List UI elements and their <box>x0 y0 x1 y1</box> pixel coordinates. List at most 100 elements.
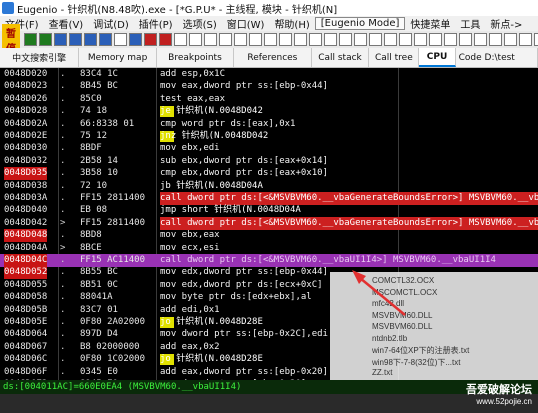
disasm-row[interactable]: 0048D05B. 83C7 01 add edi,0x1 <box>0 304 538 317</box>
row-marker: . <box>60 180 66 191</box>
row-instruction: mov dword ptr ss:[ebp-0x20],eax <box>160 378 328 380</box>
disasm-row[interactable]: 0048D020. 83C4 1C add esp,0x1C <box>0 68 538 81</box>
disasm-row[interactable]: 0048D052. 8B55 BC mov edx,dword ptr ss:[eb… <box>0 266 538 280</box>
row-address: 0048D020 <box>4 69 48 79</box>
disasm-row[interactable]: 0048D042 > FF15 2811400 call dword ptr ds:[… <box>0 216 538 230</box>
disasm-row[interactable]: 0048D023. 8B45 BC mov eax,dword ptr ss:[eb… <box>0 80 538 93</box>
disasm-row[interactable]: 0048D030. 8BDF mov ebx,edi <box>0 142 538 155</box>
row-instruction: mov dword ptr ss:[ebp-0x2C],edi <box>160 329 328 340</box>
row-instruction: test eax,eax <box>160 93 226 104</box>
row-instruction: mov eax,dword ptr ss:[ebp-0x44] <box>160 81 328 92</box>
row-instruction: sub ebx,dword ptr ds:[eax+0x14] <box>160 155 328 166</box>
disasm-row[interactable]: 0048D032. 2B58 14 sub ebx,dword ptr ds:[ea… <box>0 155 538 168</box>
row-instruction: call dword ptr ds:[<&MSVBVM60.__vbaGener… <box>160 216 538 230</box>
row-marker: . <box>60 292 66 303</box>
row-bytes: 8BD8 <box>80 230 102 241</box>
disasm-row[interactable]: 0048D035. 3B58 10 cmp ebx,dword ptr ds:[ea… <box>0 167 538 181</box>
row-bytes: 72 10 <box>80 180 108 191</box>
row-address: 0048D02A <box>4 118 48 129</box>
row-marker: . <box>60 93 66 104</box>
row-address: 0048D05E <box>4 317 48 327</box>
disasm-row[interactable]: 0048D05E. 0F80 2A02000 jo 针织机(N.0048D28E <box>0 316 538 329</box>
row-bytes: EB 08 <box>80 205 108 216</box>
row-address: 0048D04A <box>4 242 48 253</box>
row-instruction: je 针织机(N.0048D042 <box>160 106 263 117</box>
disasm-row[interactable]: 0048D06F. 0345 E0 add eax,dword ptr ss:[eb… <box>0 366 538 379</box>
disasm-row[interactable]: 0048D072. 8945 E0 mov dword ptr ss:[ebp-0x… <box>0 378 538 380</box>
row-address: 0048D048 <box>4 229 48 243</box>
row-bytes: 85C0 <box>80 93 102 104</box>
disasm-row[interactable]: 0048D040. EB 08 jmp short 针织机(N.0048D04A <box>0 204 538 217</box>
row-marker: . <box>60 106 66 117</box>
disassembly-listing[interactable]: 0048D020. 83C4 1C add esp,0x1C 0048D023. 8B4… <box>0 68 538 380</box>
row-instruction: cmp word ptr ds:[eax],0x1 <box>160 118 296 129</box>
row-marker: . <box>60 329 66 340</box>
row-marker: . <box>60 267 66 278</box>
row-bytes: 74 18 <box>80 106 108 117</box>
row-address: 0048D035 <box>4 167 48 181</box>
disasm-row[interactable]: 0048D048. 8BD8 mov ebx,eax <box>0 229 538 243</box>
row-address: 0048D06F <box>4 366 48 377</box>
row-marker: . <box>60 118 66 129</box>
disasm-row[interactable]: 0048D02A. 66:8338 01 cmp word ptr ds:[eax]… <box>0 118 538 131</box>
row-address: 0048D05B <box>4 304 48 315</box>
row-marker: . <box>60 354 66 365</box>
row-address: 0048D032 <box>4 155 48 166</box>
disasm-row[interactable]: 0048D04C. FF15 AC11400 call dword ptr ds:[… <box>0 254 538 267</box>
row-bytes: 0345 E0 <box>80 366 118 377</box>
row-address: 0048D023 <box>4 81 48 92</box>
row-marker: . <box>60 69 66 79</box>
row-marker: . <box>60 304 66 315</box>
watermark: 吾爱破解论坛 www.52pojie.cn <box>466 381 532 406</box>
row-bytes: 8BDF <box>80 143 102 154</box>
row-address: 0048D038 <box>4 180 48 191</box>
disasm-row[interactable]: 0048D06C. 0F80 1C02000 jo 针织机(N.0048D28E <box>0 353 538 366</box>
row-instruction: jo 针织机(N.0048D28E <box>160 317 263 327</box>
row-address: 0048D026 <box>4 93 48 104</box>
disasm-row[interactable]: 0048D03A. FF15 2811400 call dword ptr ds:[… <box>0 192 538 205</box>
row-instruction: cmp ebx,dword ptr ds:[eax+0x10] <box>160 168 328 179</box>
row-bytes: 3B58 10 <box>80 168 118 179</box>
row-bytes: 66:8338 01 <box>80 118 135 129</box>
row-instruction: jo 针织机(N.0048D28E <box>160 354 263 365</box>
row-marker: . <box>60 255 66 265</box>
disasm-row[interactable]: 0048D058. 88041A mov byte ptr ds:[edx+ebx]… <box>0 291 538 304</box>
row-bytes: 8945 E0 <box>80 378 118 380</box>
row-bytes: 897D D4 <box>80 329 118 340</box>
row-marker: . <box>60 279 66 290</box>
row-marker: . <box>60 205 66 216</box>
row-bytes: FF15 2811400 <box>80 193 146 203</box>
disasm-row[interactable]: 0048D038. 72 10 jb 针织机(N.0048D04A <box>0 180 538 193</box>
row-bytes: 83C4 1C <box>80 69 118 79</box>
status-line: ds:[004011AC]=660E0EA4 (MSVBVM60.__vbaUI… <box>0 380 538 394</box>
row-address: 0048D052 <box>4 266 48 280</box>
row-instruction: jmp short 针织机(N.0048D04A <box>160 205 301 216</box>
row-marker: > <box>60 217 66 228</box>
disasm-row[interactable]: 0048D026. 85C0 test eax,eax <box>0 93 538 106</box>
row-address: 0048D058 <box>4 292 48 303</box>
row-bytes: 2B58 14 <box>80 155 118 166</box>
disasm-row[interactable]: 0048D028. 74 18 je 针织机(N.0048D042 <box>0 105 538 118</box>
row-instruction: mov edx,dword ptr ss:[ebp-0x44] <box>160 267 328 278</box>
disasm-row[interactable]: 0048D055. 8B51 0C mov edx,dword ptr ds:[ec… <box>0 279 538 292</box>
disasm-row[interactable]: 0048D02E. 75 12 jnz 针织机(N.0048D042 <box>0 130 538 143</box>
row-bytes: 0F80 1C02000 <box>80 354 146 365</box>
row-address: 0048D072 <box>4 378 47 380</box>
row-address: 0048D040 <box>4 205 48 216</box>
row-marker: . <box>60 155 66 166</box>
row-marker: . <box>60 317 66 327</box>
row-marker: . <box>60 341 66 352</box>
disasm-row[interactable]: 0048D064. 897D D4 mov dword ptr ss:[ebp-0x… <box>0 328 538 341</box>
row-marker: . <box>60 230 66 241</box>
row-bytes: 8B51 0C <box>80 279 118 290</box>
row-address: 0048D042 <box>4 217 48 228</box>
disasm-row[interactable]: 0048D04A >8BCE mov ecx,esi <box>0 242 538 255</box>
row-instruction: add esp,0x1C <box>160 69 226 79</box>
bottom-bar <box>0 394 538 413</box>
disasm-row[interactable]: 0048D067. B8 02000000 add eax,0x2 <box>0 341 538 354</box>
row-bytes: FF15 AC11400 <box>80 255 146 265</box>
row-address: 0048D055 <box>4 279 48 290</box>
row-marker: . <box>60 81 66 92</box>
watermark-url: www.52pojie.cn <box>476 397 532 406</box>
row-bytes: FF15 2811400 <box>80 217 146 228</box>
